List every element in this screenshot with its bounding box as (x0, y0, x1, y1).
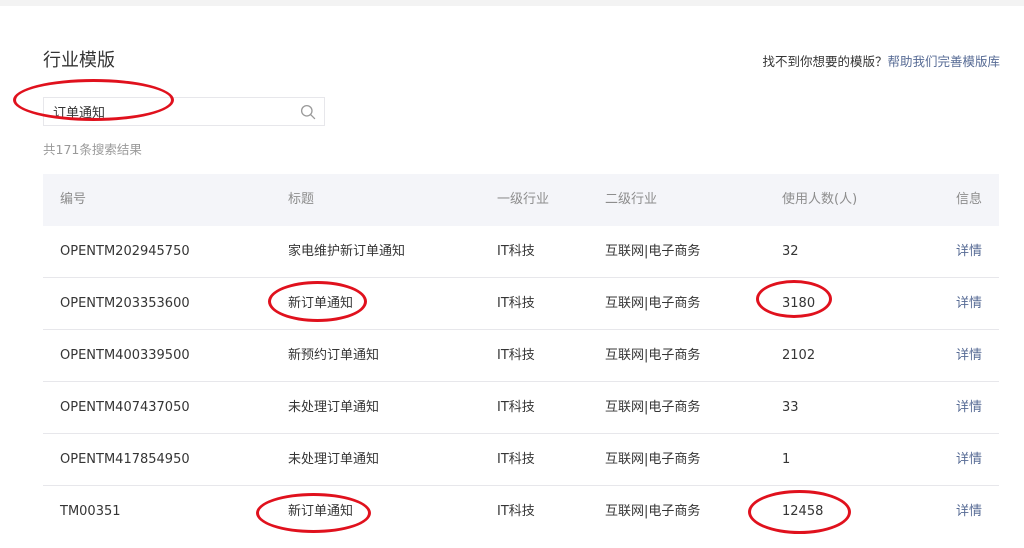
detail-link[interactable]: 详情 (956, 486, 982, 538)
cell-id: TM00351 (60, 504, 121, 519)
cell-id: OPENTM202945750 (60, 244, 190, 259)
header-industry2: 二级行业 (605, 192, 658, 207)
detail-link[interactable]: 详情 (956, 278, 982, 330)
cell-id: OPENTM400339500 (60, 348, 190, 363)
cell-users: 3180 (782, 296, 816, 311)
table-row: TM00351 新订单通知 IT科技 互联网|电子商务 12458 详情 (43, 486, 999, 538)
cell-industry2: 互联网|电子商务 (605, 244, 701, 259)
header-industry1: 一级行业 (497, 192, 550, 207)
header-users: 使用人数(人) (782, 192, 858, 207)
cell-industry1: IT科技 (497, 452, 535, 467)
cell-industry1: IT科技 (497, 244, 535, 259)
search-input[interactable] (53, 98, 293, 125)
table-row: OPENTM203353600 新订单通知 IT科技 互联网|电子商务 3180… (43, 278, 999, 330)
cell-industry1: IT科技 (497, 296, 535, 311)
table-row: OPENTM202945750 家电维护新订单通知 IT科技 互联网|电子商务 … (43, 226, 999, 278)
cell-industry2: 互联网|电子商务 (605, 504, 701, 519)
cell-industry2: 互联网|电子商务 (605, 400, 701, 415)
cell-title: 未处理订单通知 (288, 452, 380, 467)
detail-link[interactable]: 详情 (956, 226, 982, 278)
cell-title: 家电维护新订单通知 (288, 244, 406, 259)
cell-industry1: IT科技 (497, 400, 535, 415)
cell-users: 32 (782, 244, 799, 259)
page-title: 行业模版 (43, 50, 115, 71)
help-text: 找不到你想要的模版？ (762, 54, 888, 69)
search-icon[interactable] (300, 104, 316, 120)
cell-users: 33 (782, 400, 799, 415)
table-row: OPENTM407437050 未处理订单通知 IT科技 互联网|电子商务 33… (43, 382, 999, 434)
table-row: OPENTM417854950 未处理订单通知 IT科技 互联网|电子商务 1 … (43, 434, 999, 486)
cell-users: 12458 (782, 504, 824, 519)
result-count: 共171条搜索结果 (43, 142, 142, 157)
header-info: 信息 (955, 192, 982, 207)
cell-id: OPENTM407437050 (60, 400, 190, 415)
cell-industry1: IT科技 (497, 504, 535, 519)
cell-title: 未处理订单通知 (288, 400, 380, 415)
template-card: 行业模版 找不到你想要的模版？帮助我们完善模版库 共171条搜索结果 编号 标题… (0, 6, 1024, 548)
cell-industry2: 互联网|电子商务 (605, 296, 701, 311)
detail-link[interactable]: 详情 (956, 434, 982, 486)
header-id: 编号 (60, 192, 87, 207)
detail-link[interactable]: 详情 (956, 382, 982, 434)
cell-users: 1 (782, 452, 791, 467)
template-table: 编号 标题 一级行业 二级行业 使用人数(人) 信息 OPENTM2029457… (43, 174, 999, 538)
help-prompt: 找不到你想要的模版？帮助我们完善模版库 (762, 51, 1000, 70)
cell-industry2: 互联网|电子商务 (605, 452, 701, 467)
cell-users: 2102 (782, 348, 816, 363)
cell-title: 新预约订单通知 (288, 348, 380, 363)
search-box (43, 97, 325, 126)
cell-title: 新订单通知 (288, 504, 354, 519)
detail-link[interactable]: 详情 (956, 330, 982, 382)
cell-industry1: IT科技 (497, 348, 535, 363)
table-row: OPENTM400339500 新预约订单通知 IT科技 互联网|电子商务 21… (43, 330, 999, 382)
header-title: 标题 (288, 192, 315, 207)
cell-industry2: 互联网|电子商务 (605, 348, 701, 363)
help-link[interactable]: 帮助我们完善模版库 (887, 54, 1000, 69)
cell-title: 新订单通知 (288, 296, 354, 311)
table-header: 编号 标题 一级行业 二级行业 使用人数(人) 信息 (43, 174, 999, 226)
cell-id: OPENTM417854950 (60, 452, 190, 467)
cell-id: OPENTM203353600 (60, 296, 190, 311)
